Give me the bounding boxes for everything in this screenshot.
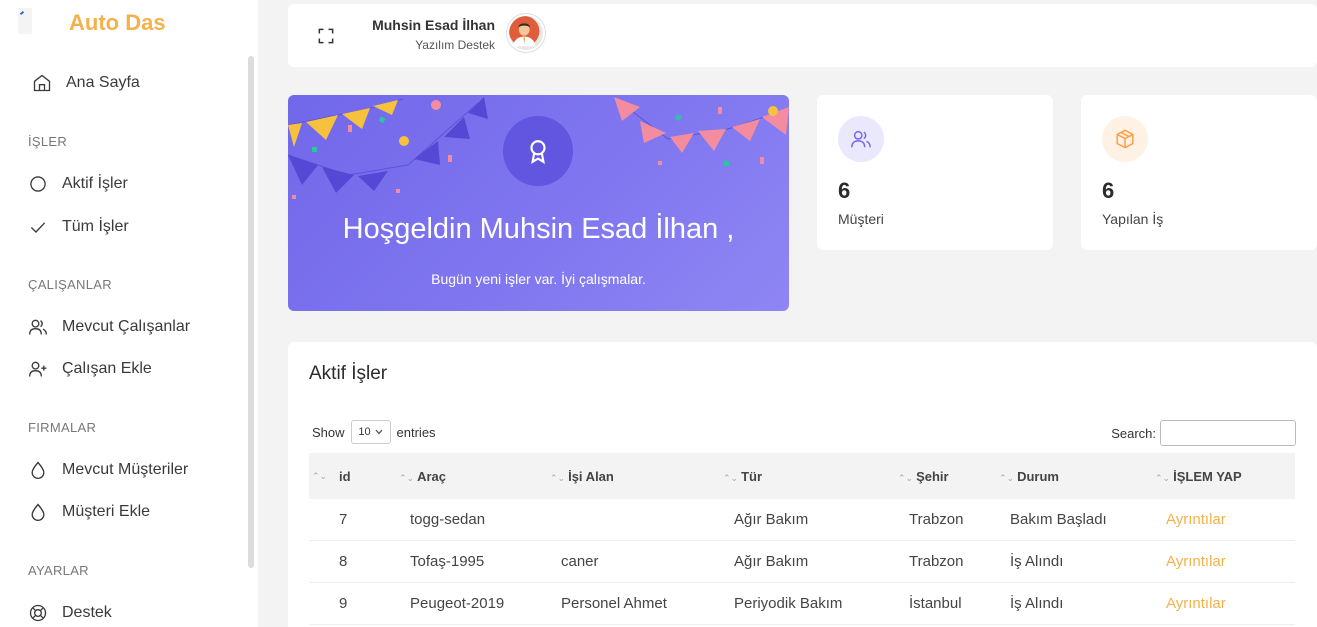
cell-sehir: Trabzon: [909, 511, 964, 528]
users-icon: [29, 319, 47, 335]
stat-card-yapilan-is: 6 Yapılan İş: [1081, 95, 1317, 250]
welcome-title: Hoşgeldin Muhsin Esad İlhan ,: [342, 213, 735, 245]
table-row: 9 Peugeot-2019 Personel Ahmet Periyodik …: [309, 583, 1295, 625]
entries-select[interactable]: 10: [350, 420, 391, 444]
cell-id: 9: [339, 595, 348, 612]
sidebar-item-label: Çalışan Ekle: [62, 360, 152, 377]
section-isler: İŞLER: [28, 134, 68, 149]
table-row: 7 togg-sedan Ağır Bakım Trabzon Bakım Ba…: [309, 499, 1295, 541]
logo-icon: [18, 8, 32, 34]
stat-value: 6: [838, 178, 851, 203]
cell-durum: İş Alındı: [1010, 553, 1064, 570]
cell-sehir: İstanbul: [909, 595, 962, 612]
sidebar-item-destek[interactable]: Destek: [28, 603, 112, 623]
droplet-icon: [31, 461, 45, 479]
sidebar-item-label: Tüm İşler: [62, 218, 129, 235]
column-header[interactable]: ⌃⌄ İşi Alan: [550, 469, 614, 484]
circle-icon: [30, 176, 46, 192]
cell-tur: Periyodik Bakım: [734, 595, 843, 612]
droplet-icon: [31, 503, 45, 521]
section-calisanlar: ÇALIŞANLAR: [28, 277, 112, 292]
life-buoy-icon: [29, 604, 47, 622]
stat-value: 6: [1102, 178, 1115, 203]
cell-sehir: Trabzon: [909, 553, 964, 570]
details-link[interactable]: Ayrıntılar: [1166, 553, 1226, 570]
table-header: ⌃⌄ id ⌃⌄ Araç ⌃⌄ İşi Alan ⌃⌄ Tür ⌃⌄ Şehir ⌃⌄…: [309, 453, 1295, 499]
sidebar-item-label: Ana Sayfa: [66, 74, 140, 91]
details-link[interactable]: Ayrıntılar: [1166, 595, 1226, 612]
show-label: Show: [312, 424, 345, 440]
sidebar-item-mevcut-calisanlar[interactable]: Mevcut Çalışanlar: [28, 317, 190, 337]
sidebar-item-aktif-isler[interactable]: Aktif İşler: [28, 174, 128, 194]
sidebar-item-calisan-ekle[interactable]: Çalışan Ekle: [28, 359, 152, 379]
section-ayarlar: AYARLAR: [28, 563, 89, 578]
cell-isi-alan: caner: [561, 553, 599, 570]
cell-id: 8: [339, 553, 348, 570]
entries-control: Show 10 entries: [312, 420, 436, 444]
topbar: Muhsin Esad İlhan Yazılım Destek: [288, 4, 1317, 67]
column-header[interactable]: ⌃⌄ Şehir: [898, 469, 949, 484]
stat-label: Yapılan İş: [1102, 211, 1164, 227]
sidebar-scrollbar[interactable]: [248, 56, 254, 568]
cell-id: 7: [339, 511, 348, 528]
entries-value: 10: [358, 426, 371, 438]
active-jobs-card: Aktif İşler Show 10 entries Search: ⌃⌄ i…: [288, 342, 1317, 627]
cell-durum: İş Alındı: [1010, 595, 1064, 612]
sidebar: Auto Das Ana Sayfa İŞLER Aktif İşler Tüm…: [0, 0, 258, 627]
check-icon: [30, 222, 46, 233]
user-name: Muhsin Esad İlhan: [372, 17, 495, 33]
column-header[interactable]: id: [339, 469, 351, 484]
search-control: Search:: [1111, 420, 1296, 446]
table-row: 8 Tofaş-1995 caner Ağır Bakım Trabzon İş…: [309, 541, 1295, 583]
sidebar-item-home[interactable]: Ana Sayfa: [32, 73, 140, 93]
column-header[interactable]: ⌃⌄ İŞLEM YAP: [1155, 469, 1242, 484]
column-header[interactable]: ⌃⌄ Durum: [999, 469, 1059, 484]
stat-label: Müşteri: [838, 211, 884, 227]
user-plus-icon: [29, 361, 47, 377]
sidebar-item-label: Mevcut Müşteriler: [62, 461, 189, 478]
sidebar-item-label: Müşteri Ekle: [62, 503, 151, 520]
search-input[interactable]: [1160, 420, 1296, 446]
stat-card-musteri: 6 Müşteri: [817, 95, 1053, 250]
cell-arac: Tofaş-1995: [410, 553, 485, 570]
sidebar-item-mevcut-musteriler[interactable]: Mevcut Müşteriler: [28, 460, 188, 480]
column-header[interactable]: ⌃⌄ Tür: [723, 469, 762, 484]
award-icon: [503, 116, 573, 186]
sidebar-item-tum-isler[interactable]: Tüm İşler: [28, 217, 129, 237]
chevron-down-icon: [375, 429, 383, 435]
column-header[interactable]: ⌃⌄ Araç: [399, 469, 446, 484]
avatar[interactable]: [507, 14, 545, 52]
fullscreen-icon[interactable]: [316, 26, 336, 46]
section-firmalar: FIRMALAR: [28, 420, 97, 435]
welcome-subtitle: Bugün yeni işler var. İyi çalışmalar.: [431, 271, 646, 287]
sidebar-item-label: Aktif İşler: [62, 175, 128, 192]
cell-tur: Ağır Bakım: [734, 553, 809, 570]
home-icon: [33, 74, 51, 92]
app-logo-text[interactable]: Auto Das: [69, 10, 166, 36]
sidebar-item-musteri-ekle[interactable]: Müşteri Ekle: [28, 502, 150, 522]
entries-label: entries: [396, 424, 436, 440]
table-title: Aktif İşler: [309, 363, 388, 384]
sidebar-item-label: Destek: [62, 604, 112, 621]
sort-all-icon[interactable]: ⌃⌄: [312, 467, 330, 482]
details-link[interactable]: Ayrıntılar: [1166, 511, 1226, 528]
users-icon: [838, 116, 884, 162]
welcome-card: Hoşgeldin Muhsin Esad İlhan , Bugün yeni…: [288, 95, 789, 311]
cell-arac: togg-sedan: [410, 511, 486, 528]
cell-tur: Ağır Bakım: [734, 511, 809, 528]
search-label: Search:: [1111, 425, 1156, 441]
user-role: Yazılım Destek: [415, 38, 495, 52]
cell-durum: Bakım Başladı: [1010, 511, 1107, 528]
cell-arac: Peugeot-2019: [410, 595, 505, 612]
cell-isi-alan: Personel Ahmet: [561, 595, 667, 612]
box-icon: [1102, 116, 1148, 162]
sidebar-item-label: Mevcut Çalışanlar: [62, 318, 191, 335]
